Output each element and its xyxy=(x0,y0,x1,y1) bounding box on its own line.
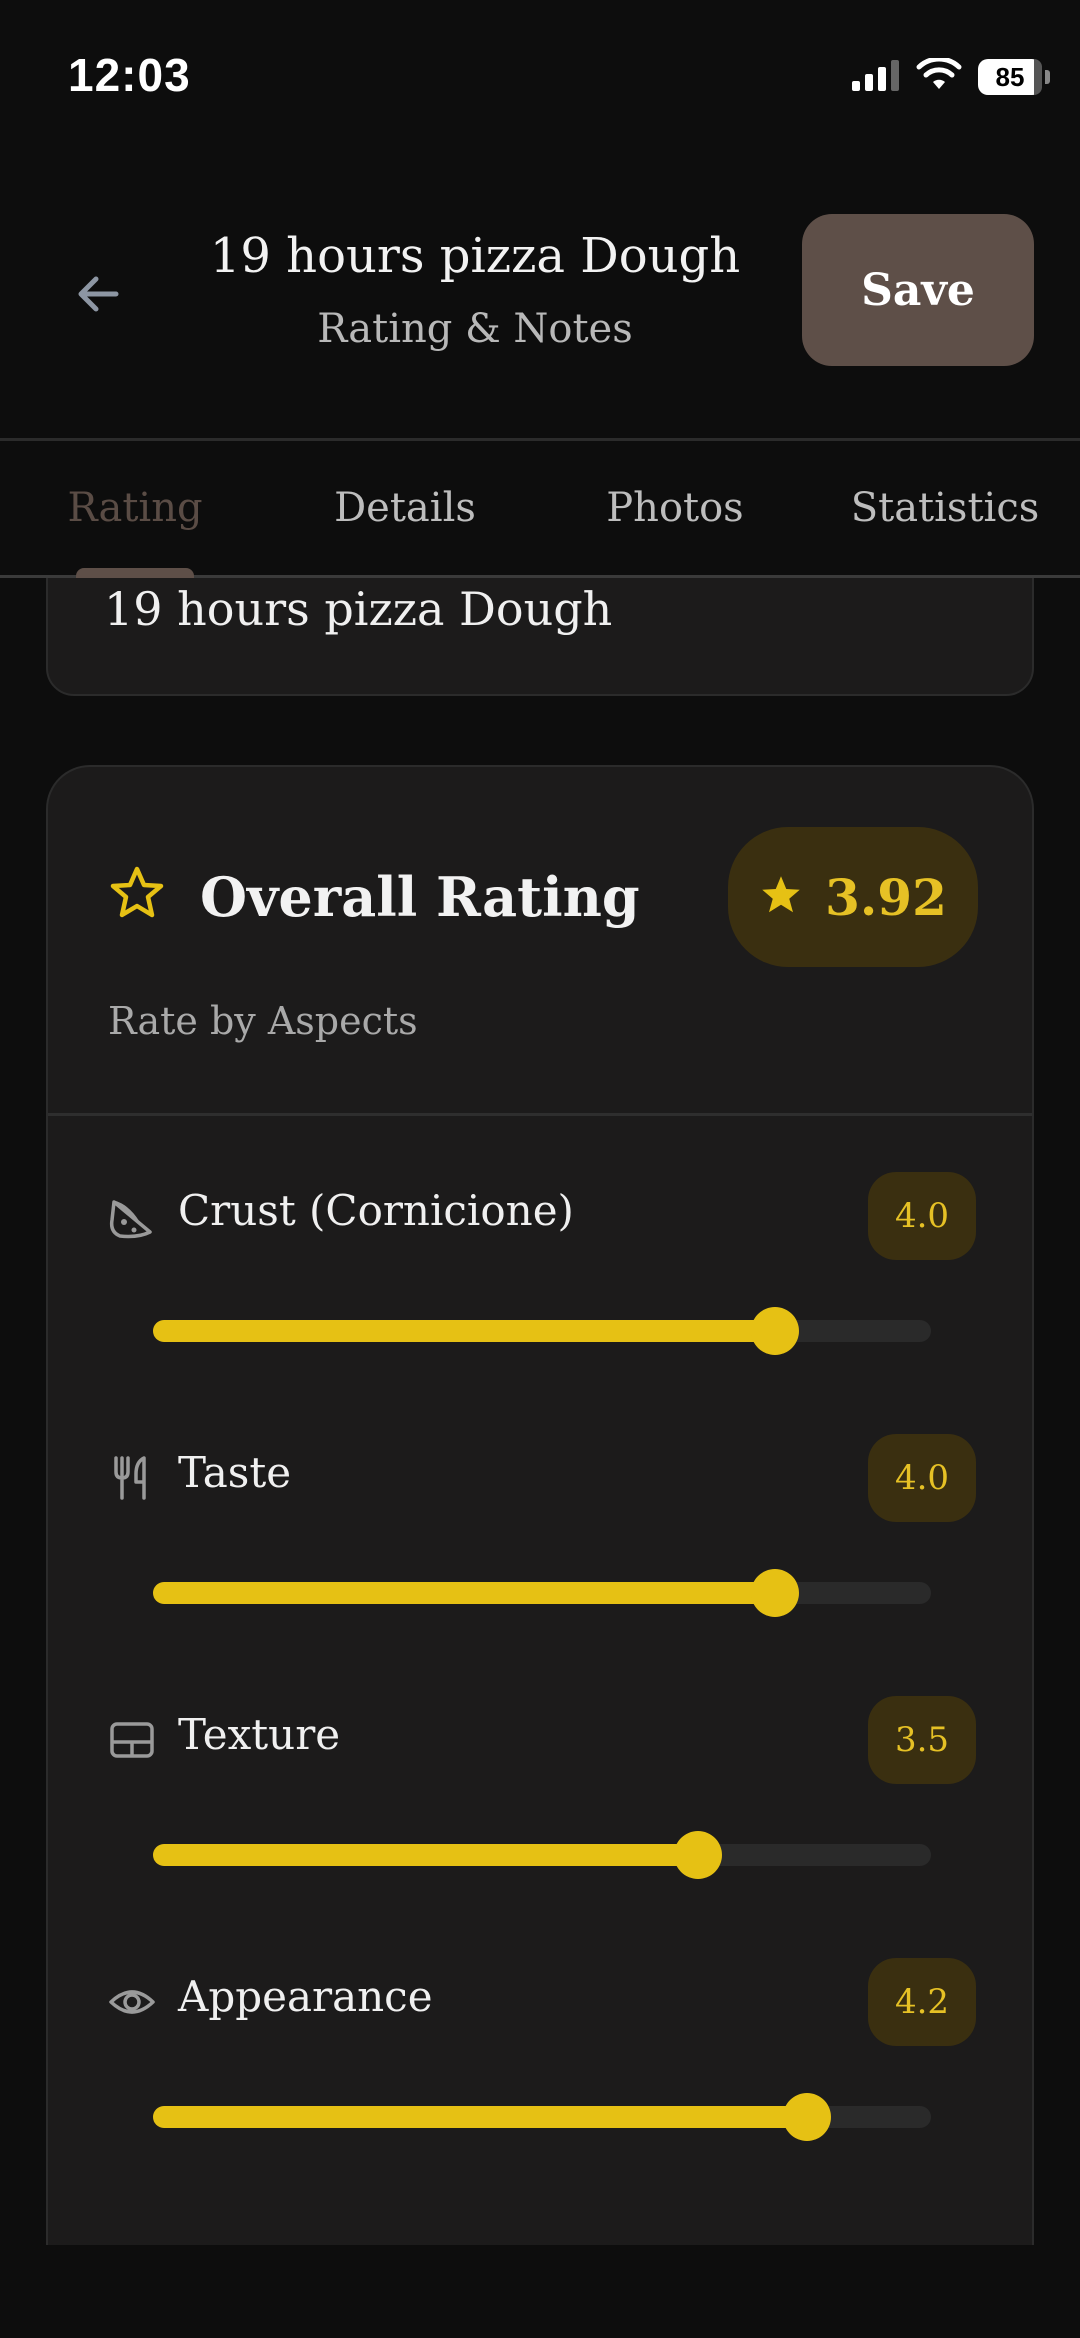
slider-thumb[interactable] xyxy=(751,1307,800,1355)
slider-thumb[interactable] xyxy=(673,1831,722,1879)
active-tab-indicator xyxy=(76,568,194,578)
signal-icon xyxy=(850,59,900,95)
overall-rating-badge: 3.92 xyxy=(728,827,978,967)
tab-rating[interactable]: Rating xyxy=(0,441,270,578)
aspect-label: Texture xyxy=(178,1710,341,1759)
appearance-slider[interactable] xyxy=(153,2093,931,2141)
battery-level: 85 xyxy=(995,61,1025,92)
save-button[interactable]: Save xyxy=(802,214,1034,366)
divider xyxy=(48,1113,1032,1116)
recipe-name: 19 hours pizza Dough xyxy=(104,582,613,636)
aspect-label: Taste xyxy=(178,1448,292,1497)
status-icons: 85 xyxy=(850,56,1050,96)
crust-slider[interactable] xyxy=(153,1307,931,1355)
tab-bar: Rating Details Photos Statistics xyxy=(0,438,1080,578)
battery-icon: 85 xyxy=(978,59,1042,95)
tab-photos[interactable]: Photos xyxy=(540,441,810,575)
header: 19 hours pizza Dough Rating & Notes Save xyxy=(0,160,1080,440)
slider-fill xyxy=(153,1320,776,1342)
texture-slider[interactable] xyxy=(153,1831,931,1879)
star-filled-icon xyxy=(759,874,803,920)
star-outline-icon xyxy=(108,865,166,925)
tab-label: Photos xyxy=(606,485,744,531)
rate-by-aspects-label: Rate by Aspects xyxy=(108,999,418,1043)
status-time: 12:03 xyxy=(68,49,191,101)
aspect-value-badge: 4.0 xyxy=(868,1172,976,1260)
aspect-value-badge: 4.0 xyxy=(868,1434,976,1522)
taste-slider[interactable] xyxy=(153,1569,931,1617)
tab-label: Statistics xyxy=(850,485,1040,531)
overall-rating-value: 3.92 xyxy=(825,867,947,927)
pizza-slice-icon xyxy=(108,1192,156,1240)
texture-icon xyxy=(108,1716,156,1764)
rating-card: Overall Rating 3.92 Rate by Aspects Crus… xyxy=(46,765,1034,2245)
battery-indicator: 85 xyxy=(978,59,1050,95)
tab-label: Details xyxy=(334,485,476,531)
utensils-icon xyxy=(108,1454,156,1502)
aspect-value-badge: 3.5 xyxy=(868,1696,976,1784)
aspect-row-crust: Crust (Cornicione) 4.0 xyxy=(48,1172,1032,1434)
tab-details[interactable]: Details xyxy=(270,441,540,575)
wifi-icon xyxy=(916,56,962,96)
slider-thumb[interactable] xyxy=(751,1569,800,1617)
slider-fill xyxy=(153,2106,807,2128)
aspect-label: Crust (Cornicione) xyxy=(178,1186,574,1235)
aspect-row-taste: Taste 4.0 xyxy=(48,1434,1032,1696)
overall-rating-row: Overall Rating 3.92 xyxy=(108,827,978,967)
aspect-label: Appearance xyxy=(178,1972,433,2021)
aspect-row-texture: Texture 3.5 xyxy=(48,1696,1032,1958)
overall-rating-title: Overall Rating xyxy=(200,865,640,929)
aspect-value-badge: 4.2 xyxy=(868,1958,976,2046)
tab-statistics[interactable]: Statistics xyxy=(810,441,1080,575)
aspect-row-appearance: Appearance 4.2 xyxy=(48,1958,1032,2220)
status-bar: 12:03 85 xyxy=(0,0,1080,160)
slider-fill xyxy=(153,1582,776,1604)
slider-fill xyxy=(153,1844,698,1866)
slider-thumb[interactable] xyxy=(782,2093,831,2141)
tab-label: Rating xyxy=(67,485,203,531)
eye-icon xyxy=(108,1978,156,2026)
